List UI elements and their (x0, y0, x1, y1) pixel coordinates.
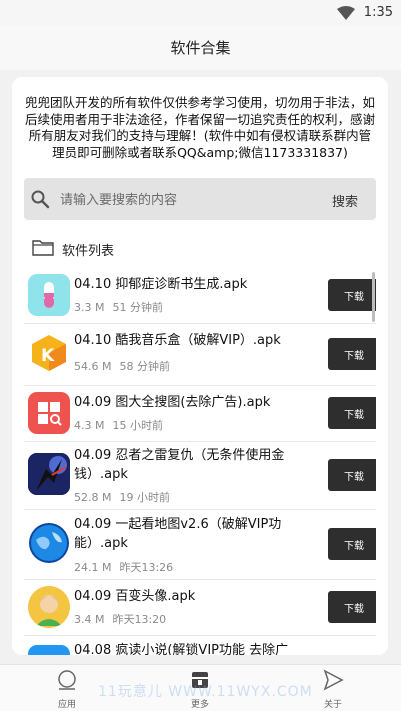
globe-icon (28, 522, 70, 564)
status-bar: 1:35 (0, 0, 401, 26)
download-button[interactable]: 下载 (328, 397, 376, 429)
svg-text:K: K (41, 346, 55, 366)
app-time: 19 小时前 (119, 491, 170, 504)
app-list[interactable]: 04.10 抑郁症诊断书生成.apk 3.3 M 51 分钟前 下载 K 04.1… (24, 267, 376, 655)
app-name: 04.09 百变头像.apk (74, 589, 196, 604)
section-label: 软件列表 (62, 244, 115, 259)
app-meta: 54.6 M 58 分钟前 (74, 358, 170, 374)
app-meta: 52.8 M 19 小时前 (74, 489, 170, 505)
list-scrollbar[interactable] (372, 272, 375, 322)
avatar-icon (28, 586, 70, 628)
disclaimer-notice: 兜兜团队开发的所有软件仅供参考学习使用，切勿用于非法，如后续使用者用于非法途径，… (24, 95, 375, 160)
app-name: 04.10 酷我音乐盒（破解VIP）.apk (74, 333, 281, 348)
image-search-icon (28, 392, 70, 434)
tab-label: 应用 (57, 700, 76, 710)
search-bar: 搜索 (24, 178, 376, 220)
kuwo-k-icon: K (28, 332, 70, 374)
app-name: 04.09 忍者之雷复仇（无条件使用金钱）.apk (74, 448, 285, 482)
app-name: 04.08 疯读小说(解锁VIP功能 去除广告).apk (74, 643, 289, 655)
app-time: 51 分钟前 (112, 301, 163, 314)
app-size: 24.1 M (74, 561, 112, 574)
pill-icon (28, 274, 70, 316)
book-icon (28, 645, 70, 655)
tab-more[interactable]: 更多 (170, 669, 230, 710)
bottom-tab-bar: 应用 更多 关于 11玩意儿 WWW.11WYX.COM (0, 664, 401, 711)
send-icon (323, 669, 344, 691)
folder-icon (32, 240, 54, 256)
search-input[interactable] (58, 187, 292, 213)
app-time: 58 分钟前 (119, 360, 170, 373)
app-size: 3.3 M (74, 301, 105, 314)
app-size: 4.3 M (74, 419, 105, 432)
app-name: 04.10 抑郁症诊断书生成.apk (74, 277, 248, 292)
search-button[interactable]: 搜索 (332, 191, 358, 210)
circle-icon (58, 670, 76, 690)
tab-apps[interactable]: 应用 (37, 669, 97, 710)
list-item: 04.09 图大全搜图(去除广告).apk 4.3 M 15 小时前 下载 (24, 385, 376, 442)
app-time: 昨天13:26 (119, 561, 174, 574)
download-button[interactable]: 下载 (328, 528, 376, 560)
app-meta: 4.3 M 15 小时前 (74, 417, 163, 433)
list-item: 04.09 忍者之雷复仇（无条件使用金钱）.apk 52.8 M 19 小时前 下… (24, 441, 376, 510)
list-item: K 04.10 酷我音乐盒（破解VIP）.apk 54.6 M 58 分钟前 下载 (24, 323, 376, 386)
tab-about[interactable]: 关于 (303, 669, 363, 710)
download-button[interactable]: 下载 (328, 459, 376, 491)
app-size: 54.6 M (74, 360, 112, 373)
list-item: 04.08 疯读小说(解锁VIP功能 去除广告).apk 下载 (24, 635, 376, 655)
tab-label: 更多 (190, 700, 209, 710)
download-button[interactable]: 下载 (328, 338, 376, 370)
app-meta: 24.1 M 昨天13:26 (74, 559, 173, 575)
app-bar: 软件合集 (0, 26, 401, 70)
wifi-icon (337, 6, 355, 20)
app-meta: 3.4 M 昨天13:20 (74, 611, 166, 627)
list-item: 04.09 百变头像.apk 3.4 M 昨天13:20 下载 (24, 579, 376, 636)
status-time: 1:35 (363, 5, 393, 20)
app-name: 04.09 一起看地图v2.6（破解VIP功能）.apk (74, 517, 282, 551)
ninja-icon (28, 453, 70, 495)
app-size: 52.8 M (74, 491, 112, 504)
app-time: 15 小时前 (112, 419, 163, 432)
main-card: 兜兜团队开发的所有软件仅供参考学习使用，切勿用于非法，如后续使用者用于非法途径，… (12, 77, 388, 655)
box-icon (192, 672, 208, 688)
search-icon (31, 190, 50, 209)
download-button[interactable]: 下载 (328, 591, 376, 623)
list-item: 04.10 抑郁症诊断书生成.apk 3.3 M 51 分钟前 下载 (24, 267, 376, 324)
app-meta: 3.3 M 51 分钟前 (74, 299, 163, 315)
page-title: 软件合集 (170, 39, 231, 57)
list-item: 04.09 一起看地图v2.6（破解VIP功能）.apk 24.1 M 昨天13:… (24, 509, 376, 580)
app-time: 昨天13:20 (112, 613, 167, 626)
app-size: 3.4 M (74, 613, 105, 626)
tab-label: 关于 (323, 700, 342, 710)
download-button[interactable]: 下载 (328, 279, 376, 311)
app-name: 04.09 图大全搜图(去除广告).apk (74, 395, 271, 410)
